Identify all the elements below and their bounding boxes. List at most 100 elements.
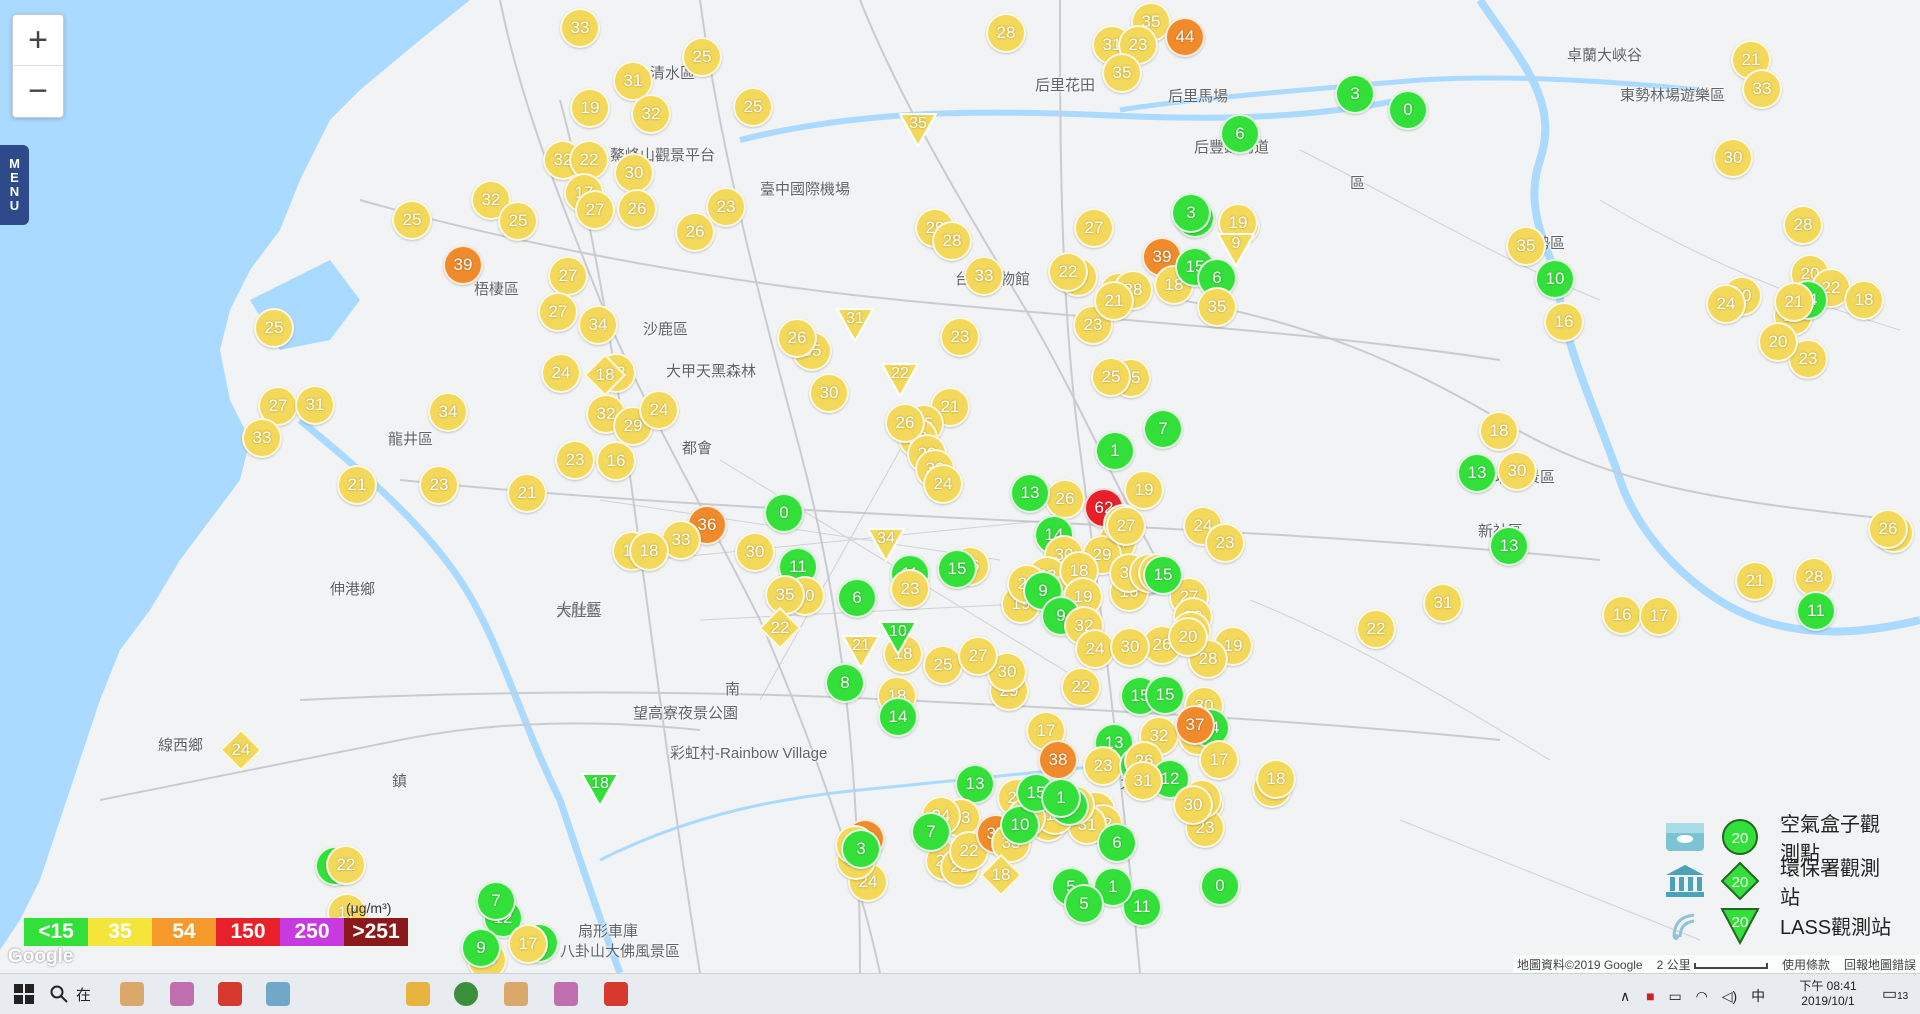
airbox-marker[interactable]: 30 bbox=[809, 373, 849, 413]
airbox-marker[interactable]: 1 bbox=[1041, 778, 1081, 818]
airbox-marker[interactable]: 7 bbox=[911, 812, 951, 852]
airbox-marker[interactable]: 13 bbox=[1457, 453, 1497, 493]
taskbar-app-button[interactable] bbox=[494, 974, 538, 1014]
airbox-marker[interactable]: 22 bbox=[1061, 667, 1101, 707]
airbox-marker[interactable]: 21 bbox=[337, 465, 377, 505]
airbox-marker[interactable]: 25 bbox=[923, 645, 963, 685]
epa-station-marker[interactable]: 18 bbox=[979, 853, 1023, 897]
airbox-marker[interactable]: 27 bbox=[958, 636, 998, 676]
airbox-marker[interactable]: 18 bbox=[1844, 280, 1884, 320]
airbox-marker[interactable]: 30 bbox=[1110, 627, 1150, 667]
airbox-marker[interactable]: 30 bbox=[614, 153, 654, 193]
taskbar-search[interactable]: 在 bbox=[50, 974, 110, 1014]
airbox-marker[interactable]: 35 bbox=[1102, 53, 1142, 93]
airbox-marker[interactable]: 34 bbox=[578, 305, 618, 345]
airbox-marker[interactable]: 37 bbox=[1175, 705, 1215, 745]
taskbar-app-button[interactable] bbox=[110, 974, 154, 1014]
airbox-marker[interactable]: 23 bbox=[940, 317, 980, 357]
epa-station-marker[interactable]: 22 bbox=[758, 606, 802, 650]
airbox-marker[interactable]: 22 bbox=[1356, 609, 1396, 649]
report-error-link[interactable]: 回報地圖錯誤 bbox=[1844, 956, 1916, 973]
lass-station-marker[interactable]: 35 bbox=[899, 113, 937, 149]
menu-button[interactable]: MENU bbox=[0, 145, 29, 225]
airbox-marker[interactable]: 28 bbox=[986, 13, 1026, 53]
zoom-out-button[interactable]: − bbox=[13, 66, 63, 116]
airbox-marker[interactable]: 28 bbox=[932, 221, 972, 261]
airbox-marker[interactable]: 6 bbox=[1097, 823, 1137, 863]
airbox-marker[interactable]: 33 bbox=[242, 418, 282, 458]
airbox-marker[interactable]: 25 bbox=[498, 201, 538, 241]
airbox-marker[interactable]: 24 bbox=[541, 353, 581, 393]
airbox-marker[interactable]: 22 bbox=[326, 845, 366, 885]
airbox-marker[interactable]: 21 bbox=[1774, 282, 1814, 322]
airbox-marker[interactable]: 7 bbox=[1143, 409, 1183, 449]
airbox-marker[interactable]: 25 bbox=[733, 87, 773, 127]
airbox-marker[interactable]: 14 bbox=[878, 697, 918, 737]
airbox-marker[interactable]: 6 bbox=[837, 578, 877, 618]
airbox-marker[interactable]: 26 bbox=[1868, 509, 1908, 549]
airbox-marker[interactable]: 11 bbox=[1796, 591, 1836, 631]
tray-icons[interactable]: ∧ ■ ▭ ◠ ◁) 中 bbox=[1620, 986, 1765, 1006]
airbox-marker[interactable]: 15 bbox=[1143, 555, 1183, 595]
airbox-marker[interactable]: 23 bbox=[1205, 523, 1245, 563]
lass-station-marker[interactable]: 18 bbox=[581, 773, 619, 809]
notification-center-button[interactable]: ▭13 bbox=[1882, 984, 1914, 1004]
airbox-marker[interactable]: 10 bbox=[1535, 259, 1575, 299]
airbox-marker[interactable]: 15 bbox=[1145, 675, 1185, 715]
airbox-marker[interactable]: 23 bbox=[1083, 746, 1123, 786]
lass-station-marker[interactable]: 9 bbox=[1217, 233, 1255, 269]
airbox-marker[interactable]: 30 bbox=[1713, 138, 1753, 178]
airbox-marker[interactable]: 27 bbox=[1106, 506, 1146, 546]
airbox-marker[interactable]: 33 bbox=[964, 256, 1004, 296]
airbox-marker[interactable]: 34 bbox=[428, 392, 468, 432]
airbox-marker[interactable]: 39 bbox=[443, 245, 483, 285]
terms-link[interactable]: 使用條款 bbox=[1782, 956, 1830, 973]
airbox-marker[interactable]: 21 bbox=[1094, 281, 1134, 321]
taskbar-app-button[interactable] bbox=[594, 974, 638, 1014]
airbox-marker[interactable]: 0 bbox=[1200, 866, 1240, 906]
airbox-marker[interactable]: 17 bbox=[1199, 740, 1239, 780]
airbox-marker[interactable]: 17 bbox=[508, 924, 548, 964]
airbox-marker[interactable]: 24 bbox=[639, 390, 679, 430]
airbox-marker[interactable]: 25 bbox=[1091, 357, 1131, 397]
airbox-marker[interactable]: 25 bbox=[254, 308, 294, 348]
lass-station-marker[interactable]: 22 bbox=[881, 363, 919, 399]
airbox-marker[interactable]: 27 bbox=[538, 292, 578, 332]
taskbar-app-button[interactable] bbox=[208, 974, 252, 1014]
battery-icon[interactable]: ▭ bbox=[1669, 988, 1682, 1004]
taskbar-app-button[interactable] bbox=[396, 974, 440, 1014]
airbox-marker[interactable]: 26 bbox=[675, 212, 715, 252]
airbox-marker[interactable]: 30 bbox=[1497, 451, 1537, 491]
airbox-marker[interactable]: 18 bbox=[1256, 759, 1296, 799]
airbox-marker[interactable]: 3 bbox=[1171, 193, 1211, 233]
taskbar-app-button[interactable] bbox=[256, 974, 300, 1014]
airbox-marker[interactable]: 27 bbox=[1074, 208, 1114, 248]
airbox-marker[interactable]: 24 bbox=[1706, 284, 1746, 324]
airbox-marker[interactable]: 17 bbox=[1639, 596, 1679, 636]
lass-station-marker[interactable]: 21 bbox=[842, 635, 880, 671]
taskbar-app-button[interactable] bbox=[544, 974, 588, 1014]
airbox-marker[interactable]: 31 bbox=[1423, 583, 1463, 623]
airbox-marker[interactable]: 30 bbox=[735, 532, 775, 572]
airbox-marker[interactable]: 26 bbox=[1045, 479, 1085, 519]
airbox-marker[interactable]: 20 bbox=[1168, 617, 1208, 657]
airbox-marker[interactable]: 28 bbox=[1783, 205, 1823, 245]
airbox-marker[interactable]: 27 bbox=[548, 256, 588, 296]
epa-station-marker[interactable]: 24 bbox=[219, 728, 263, 772]
airbox-marker[interactable]: 1 bbox=[1095, 431, 1135, 471]
airbox-marker[interactable]: 23 bbox=[555, 440, 595, 480]
taskbar-app-button[interactable] bbox=[160, 974, 204, 1014]
airbox-marker[interactable]: 13 bbox=[1489, 526, 1529, 566]
airbox-marker[interactable]: 13 bbox=[1010, 473, 1050, 513]
wifi-icon[interactable]: ◠ bbox=[1696, 988, 1708, 1004]
airbox-marker[interactable]: 26 bbox=[777, 318, 817, 358]
airbox-marker[interactable]: 20 bbox=[1758, 322, 1798, 362]
airbox-marker[interactable]: 27 bbox=[575, 190, 615, 230]
airbox-marker[interactable]: 23 bbox=[890, 569, 930, 609]
lass-station-marker[interactable]: 34 bbox=[867, 528, 905, 564]
airbox-marker[interactable]: 21 bbox=[507, 473, 547, 513]
lass-station-marker[interactable]: 31 bbox=[836, 308, 874, 344]
airbox-marker[interactable]: 31 bbox=[1123, 761, 1163, 801]
airbox-marker[interactable]: 19 bbox=[1124, 470, 1164, 510]
airbox-marker[interactable]: 30 bbox=[1173, 785, 1213, 825]
